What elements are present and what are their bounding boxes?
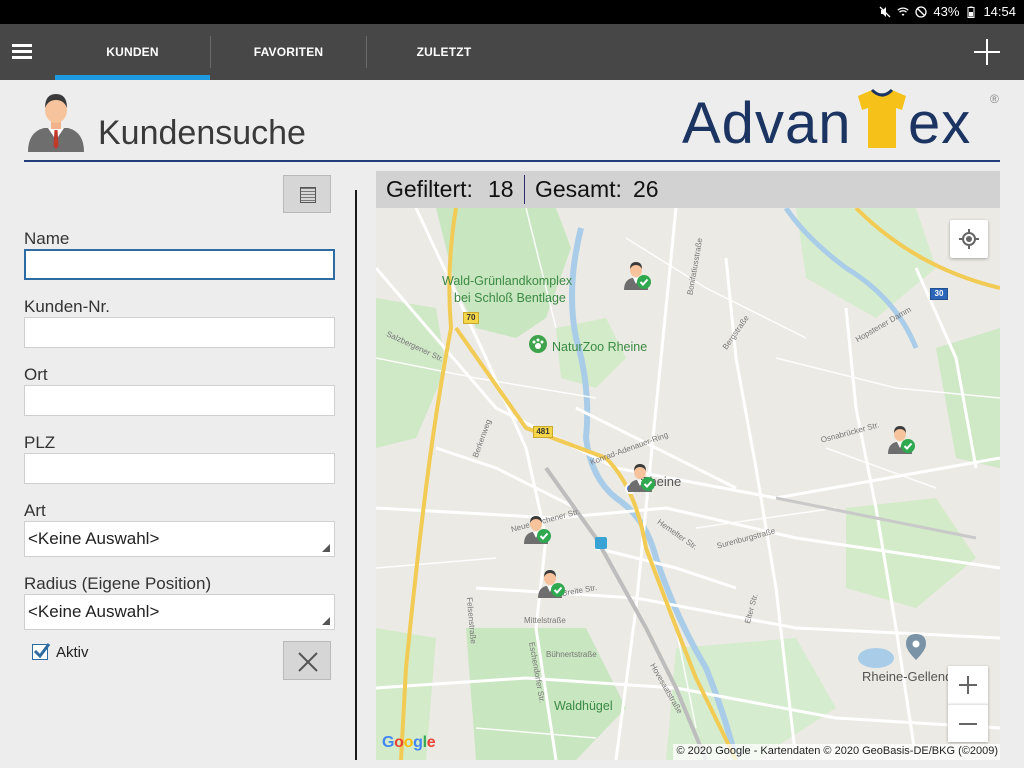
clock: 14:54 [983, 4, 1016, 19]
add-icon[interactable] [974, 39, 1000, 65]
tab-kunden[interactable]: KUNDEN [55, 24, 210, 80]
street-label: Bühnertstraße [546, 650, 597, 659]
customer-number-input[interactable] [24, 317, 335, 348]
dropdown-arrow-icon [322, 544, 330, 552]
zip-label: PLZ [24, 433, 56, 452]
city-label: Ort [24, 365, 48, 384]
road-shield: 70 [463, 312, 479, 324]
result-count-bar: Gefiltert: 18 Gesamt: 26 [376, 171, 1000, 208]
crosshair-icon [959, 229, 979, 249]
google-logo: Google [382, 734, 436, 751]
radius-select-value: <Keine Auswahl> [28, 602, 160, 621]
type-select-value: <Keine Auswahl> [28, 529, 160, 548]
clear-filter-button[interactable] [283, 641, 331, 680]
tab-bar: KUNDEN FAVORITEN ZULETZT [0, 24, 1024, 80]
zoom-out-button[interactable] [948, 704, 988, 742]
status-bar: 43% 14:54 [0, 0, 1024, 24]
advantex-logo: Advan ex ® [682, 88, 1002, 156]
wifi-icon [897, 6, 910, 18]
battery-percent: 43% [933, 4, 960, 19]
do-not-disturb-icon [915, 5, 928, 18]
road-shield: 30 [930, 288, 948, 300]
type-select[interactable]: <Keine Auswahl> [24, 521, 335, 557]
map-place-zoo: NaturZoo Rheine [552, 340, 648, 354]
customer-pin-icon[interactable] [620, 258, 652, 290]
close-icon [298, 652, 318, 672]
zoo-icon [529, 335, 547, 353]
panel-divider [355, 190, 357, 760]
dropdown-arrow-icon [322, 617, 330, 625]
map-place-forest-2: bei Schloß Bentlage [454, 291, 566, 305]
radius-select[interactable]: <Keine Auswahl> [24, 594, 335, 630]
name-input[interactable] [24, 249, 335, 280]
active-label: Aktiv [56, 644, 89, 661]
customer-map[interactable]: Wald-Grünlandkomplex bei Schloß Bentlage… [376, 208, 1000, 760]
customer-pin-icon[interactable] [884, 422, 916, 454]
active-checkbox[interactable] [32, 643, 51, 660]
customer-pin-icon[interactable] [520, 512, 552, 544]
radius-label: Radius (Eigene Position) [24, 574, 212, 593]
train-station-icon [595, 537, 607, 549]
total-label: Gesamt: [535, 176, 622, 202]
zoom-in-button[interactable] [948, 666, 988, 704]
registered-mark: ® [990, 92, 999, 106]
checkmark-icon [33, 643, 51, 659]
map-place-forest: Wald-Grünlandkomplex [442, 274, 573, 288]
filtered-label: Gefiltert: [386, 176, 473, 202]
tab-zuletzt[interactable]: ZULETZT [367, 24, 521, 80]
menu-icon[interactable] [12, 44, 32, 60]
logo-text: Advan [682, 91, 852, 156]
map-place-hill: Waldhügel [554, 699, 613, 713]
type-label: Art [24, 501, 46, 520]
customer-number-label: Kunden-Nr. [24, 297, 110, 316]
list-icon [300, 187, 316, 203]
customer-icon [24, 88, 88, 152]
map-marker-icon [906, 634, 926, 660]
filtered-count: 18 [488, 176, 514, 202]
list-view-button[interactable] [283, 175, 331, 213]
shirt-icon [858, 88, 906, 148]
mute-icon [879, 6, 891, 18]
road-shield: 481 [533, 426, 553, 438]
customer-pin-icon[interactable] [534, 566, 566, 598]
page-title: Kundensuche [98, 114, 306, 152]
total-count: 26 [633, 176, 659, 202]
tab-favoriten[interactable]: FAVORITEN [211, 24, 366, 80]
zip-input[interactable] [24, 453, 335, 484]
customer-pin-icon[interactable] [624, 460, 656, 492]
count-divider [524, 175, 525, 204]
name-label: Name [24, 229, 70, 248]
city-input[interactable] [24, 385, 335, 416]
battery-icon [965, 6, 977, 18]
map-attribution: © 2020 Google - Kartendaten © 2020 GeoBa… [672, 744, 1000, 760]
street-label: Mittelstraße [524, 616, 566, 625]
my-location-button[interactable] [950, 220, 988, 258]
header-divider [24, 160, 1000, 162]
